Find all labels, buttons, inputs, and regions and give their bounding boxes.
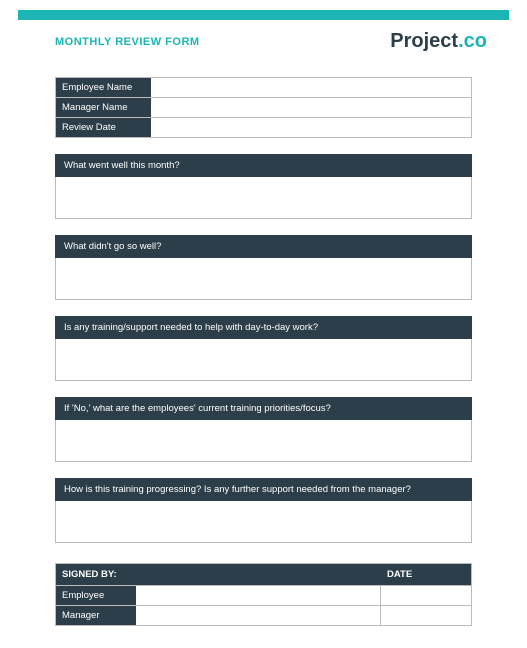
signature-header-row: SIGNED BY: DATE — [56, 564, 471, 585]
manager-signature-input[interactable] — [136, 606, 381, 625]
question-block-3: Is any training/support needed to help w… — [55, 316, 472, 381]
info-row-review-date: Review Date — [55, 117, 472, 138]
info-label: Review Date — [56, 118, 151, 137]
signed-by-header: SIGNED BY: — [56, 564, 136, 585]
sign-label: Manager — [56, 606, 136, 625]
info-label: Employee Name — [56, 78, 151, 97]
signature-row-manager: Manager — [56, 605, 471, 625]
employee-date-input[interactable] — [381, 586, 471, 605]
brand-logo: Project.co — [390, 30, 487, 53]
question-label: What went well this month? — [55, 154, 472, 177]
info-table: Employee Name Manager Name Review Date — [55, 77, 472, 138]
question-block-1: What went well this month? — [55, 154, 472, 219]
question-1-input[interactable] — [55, 177, 472, 219]
question-block-2: What didn't go so well? — [55, 235, 472, 300]
question-label: Is any training/support needed to help w… — [55, 316, 472, 339]
sign-label: Employee — [56, 586, 136, 605]
question-3-input[interactable] — [55, 339, 472, 381]
top-accent-bar — [18, 10, 509, 20]
question-label: What didn't go so well? — [55, 235, 472, 258]
review-date-input[interactable] — [151, 118, 471, 137]
form-header: MONTHLY REVIEW FORM Project.co — [0, 20, 527, 65]
employee-name-input[interactable] — [151, 78, 471, 97]
question-label: How is this training progressing? Is any… — [55, 478, 472, 501]
manager-date-input[interactable] — [381, 606, 471, 625]
info-row-employee-name: Employee Name — [55, 77, 472, 97]
logo-text-2: .co — [458, 30, 487, 52]
manager-name-input[interactable] — [151, 98, 471, 117]
info-row-manager-name: Manager Name — [55, 97, 472, 117]
question-2-input[interactable] — [55, 258, 472, 300]
signature-table: SIGNED BY: DATE Employee Manager — [55, 563, 472, 626]
info-label: Manager Name — [56, 98, 151, 117]
signature-header-spacer — [136, 564, 381, 585]
form-title: MONTHLY REVIEW FORM — [55, 36, 200, 48]
question-4-input[interactable] — [55, 420, 472, 462]
question-label: If 'No,' what are the employees' current… — [55, 397, 472, 420]
employee-signature-input[interactable] — [136, 586, 381, 605]
date-header: DATE — [381, 564, 471, 585]
question-5-input[interactable] — [55, 501, 472, 543]
question-block-5: How is this training progressing? Is any… — [55, 478, 472, 543]
signature-row-employee: Employee — [56, 585, 471, 605]
form-body: Employee Name Manager Name Review Date W… — [0, 77, 527, 636]
logo-text-1: Project — [390, 30, 458, 52]
question-block-4: If 'No,' what are the employees' current… — [55, 397, 472, 462]
